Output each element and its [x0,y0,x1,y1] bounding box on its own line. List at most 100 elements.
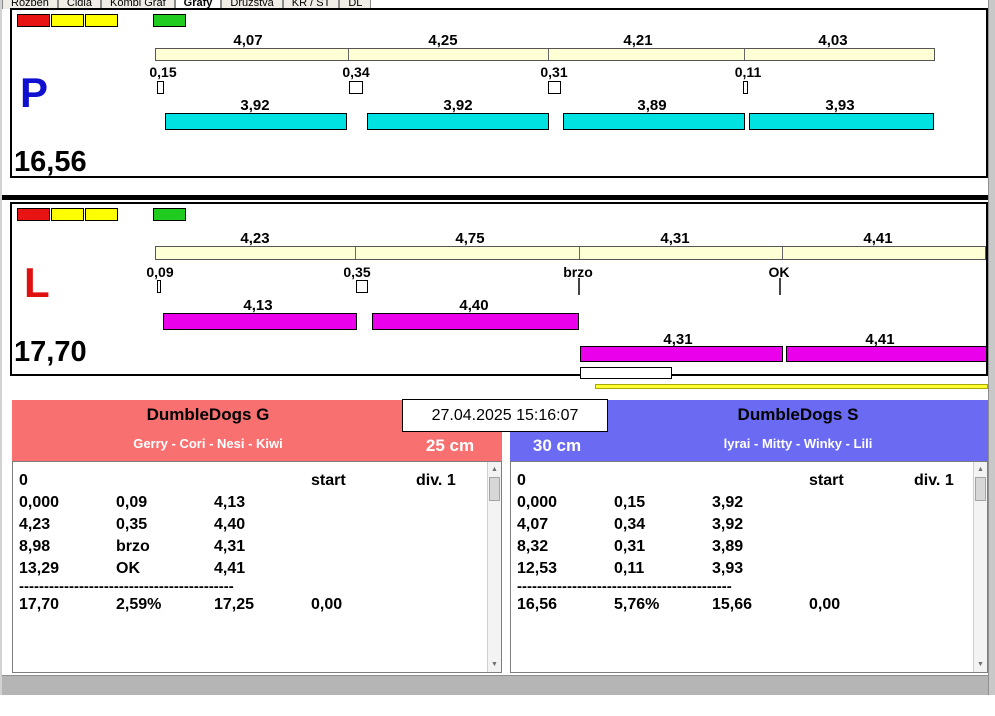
lane-letter: L [24,259,50,306]
window-frame-right [988,0,995,695]
table-row: 8,32 0,31 3,89 [517,538,744,555]
scroll-up-icon[interactable]: ▲ [974,463,987,476]
division-label: div. 1 [914,472,954,489]
split-time-label: 4,40 [459,297,489,314]
window-frame-left [0,0,2,695]
jump-height-label: 30 cm [532,436,582,455]
split-bar [372,313,579,330]
table-rows: 0 start div. 1 0,000 0,09 4,13 4,23 0,35… [19,470,484,616]
split-bar [786,346,986,362]
table-row: 0,000 0,15 3,92 [517,494,744,511]
traffic-light-yellow-1 [51,208,84,221]
traffic-light-green [153,208,186,221]
table-separator: ----------------------------------------… [517,580,732,594]
bar-segment-divider [548,49,549,60]
team-name: DumbleDogs S [737,405,859,424]
scroll-down-icon[interactable]: ▼ [488,658,501,671]
split-bar [563,113,745,130]
lap-total-label: 4,75 [455,230,485,247]
table-rows: 0 start div. 1 0,000 0,15 3,92 4,07 0,34… [517,470,970,616]
lane-total-time: 16,56 [14,146,87,178]
table-header-row: 0 start div. 1 [19,470,484,492]
split-bar [367,113,549,130]
lane-number: 0 [19,472,28,489]
start-marker [349,81,363,94]
lane-number: 0 [517,472,526,489]
split-time-label: 3,93 [825,97,855,114]
team-left-results-table[interactable]: 0 start div. 1 0,000 0,09 4,13 4,23 0,35… [12,461,502,673]
traffic-lights [17,208,197,223]
jump-height-label: 25 cm [425,436,475,455]
lap-total-label: 4,23 [240,230,270,247]
table-totals-row: 16,56 5,76% 15,66 0,00 [517,596,841,613]
lap-total-label: 4,41 [863,230,893,247]
table-row: 12,53 0,11 3,93 [517,560,744,577]
split-time-label: 3,92 [443,97,473,114]
status-bar [2,675,988,695]
lane-letter: P [20,69,49,116]
split-time-label: 4,13 [243,297,273,314]
lap-total-label: 4,07 [233,32,263,49]
scroll-down-icon[interactable]: ▼ [974,658,987,671]
yellow-indicator-bar [595,384,988,389]
start-time-label: 0,34 [342,64,370,80]
start-column-label: start [311,472,346,489]
bar-segment-divider [355,247,356,259]
lane-total-time: 17,70 [14,336,87,368]
traffic-light-red [17,14,50,27]
split-time-label: 3,92 [240,97,270,114]
table-separator: ----------------------------------------… [19,580,234,594]
panel-divider [2,195,988,200]
table-row: 4,07 0,34 3,92 [517,516,744,533]
start-marker [356,280,368,293]
team-name: DumbleDogs G [146,405,270,424]
split-bar [165,113,347,130]
table-row: 13,29 OK 4,41 [19,560,246,577]
start-time-label: 0,31 [540,64,568,80]
start-time-label: 0,09 [146,264,174,280]
panel-lane-l: 4,23 4,75 4,31 4,41 0,09 0,35 brzo OK 4,… [10,202,988,376]
scrollbar[interactable]: ▲ ▼ [973,462,987,672]
split-bar [163,313,357,330]
lap-total-bar [155,246,986,260]
start-time-label: 0,11 [734,64,762,80]
lap-total-label: 4,03 [818,32,848,49]
scrollbar[interactable]: ▲ ▼ [487,462,501,672]
app-window: Rozbeh Cidla Kombi Graf Grafy Družstva K… [0,0,995,716]
traffic-light-red [17,208,50,221]
traffic-light-yellow-2 [85,208,118,221]
event-tick [578,278,580,295]
bar-segment-divider [348,49,349,60]
start-marker [548,81,561,94]
scrollbar-thumb[interactable] [975,477,986,501]
empty-progress-cell [580,367,672,379]
start-marker [743,81,748,94]
table-row: 8,98 brzo 4,31 [19,538,246,555]
start-time-label: 0,35 [343,264,371,280]
team-right-results-table[interactable]: 0 start div. 1 0,000 0,15 3,92 4,07 0,34… [510,461,988,673]
lap-total-label: 4,21 [623,32,653,49]
table-row: 4,23 0,35 4,40 [19,516,246,533]
split-bar [580,346,783,362]
table-row: 0,000 0,09 4,13 [19,494,246,511]
traffic-light-yellow-2 [85,14,118,27]
traffic-light-yellow-1 [51,14,84,27]
scrollbar-thumb[interactable] [489,477,500,501]
start-marker [157,280,161,293]
lap-total-label: 4,31 [660,230,690,247]
panel-lane-p: 4,07 4,25 4,21 4,03 0,15 0,34 0,31 0,11 … [10,8,988,178]
split-bar [749,113,934,130]
lap-total-bar [155,48,935,61]
timestamp: 27.04.2025 15:16:07 [402,399,608,432]
team-dogs: lyrai - Mitty - Winky - Lili [723,436,873,451]
bar-segment-divider [744,49,745,60]
scroll-up-icon[interactable]: ▲ [488,463,501,476]
table-header-row: 0 start div. 1 [517,470,970,492]
split-time-label: 3,89 [637,97,667,114]
start-column-label: start [809,472,844,489]
start-time-label: 0,15 [149,64,177,80]
team-dogs: Gerry - Cori - Nesi - Kiwi [133,436,283,451]
table-totals-row: 17,70 2,59% 17,25 0,00 [19,596,343,613]
event-tick [779,278,781,295]
traffic-light-green [153,14,186,27]
